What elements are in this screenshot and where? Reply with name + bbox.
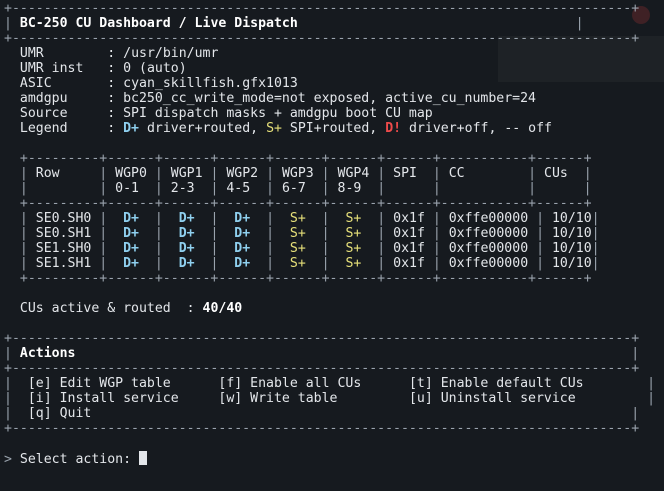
info-legend: Legend : D+ driver+routed, S+ SPI+routed… bbox=[19, 121, 552, 136]
dashboard-title: BC-250 CU Dashboard / Live Dispatch bbox=[19, 16, 298, 31]
prompt-marker: > bbox=[4, 452, 12, 467]
quit-action[interactable]: [q] Quit bbox=[28, 406, 92, 421]
table-row: | SE1.SH0 | D+ | D+ | D+ | S+ | S+ | 0x1… bbox=[4, 241, 600, 256]
cus-active-value: 40/40 bbox=[202, 301, 243, 316]
table-row: | SE1.SH1 | D+ | D+ | D+ | S+ | S+ | 0x1… bbox=[4, 256, 600, 271]
legend-spi-tag: S+ bbox=[266, 121, 282, 136]
terminal: +---------------------------------------… bbox=[0, 0, 664, 467]
install-service-action[interactable]: [i] Install service bbox=[28, 391, 179, 406]
legend-off-tag: D! bbox=[385, 121, 402, 136]
actions-border-top: +---------------------------------------… bbox=[4, 331, 640, 346]
table-row: | SE0.SH0 | D+ | D+ | D+ | S+ | S+ | 0x1… bbox=[4, 211, 600, 226]
input-cursor[interactable] bbox=[139, 451, 148, 465]
table-row: | SE0.SH1 | D+ | D+ | D+ | S+ | S+ | 0x1… bbox=[4, 226, 600, 241]
title-line: | BC-250 CU Dashboard / Live Dispatch | bbox=[4, 16, 584, 31]
uninstall-service-action[interactable]: [u] Uninstall service bbox=[409, 391, 576, 406]
write-table-action[interactable]: [w] Write table bbox=[218, 391, 337, 406]
wgp-table: +---------+------+------+------+------+-… bbox=[0, 151, 664, 286]
actions-border-bottom: +---------------------------------------… bbox=[4, 421, 640, 436]
info-amdgpu: amdgpu : bc250_cc_write_mode=not exposed… bbox=[19, 91, 536, 106]
actions-header: | Actions | bbox=[4, 346, 640, 361]
actions-title: Actions bbox=[19, 346, 76, 361]
info-umr: UMR : /usr/bin/umr bbox=[19, 46, 219, 61]
enable-default-action[interactable]: [t] Enable default CUs bbox=[409, 376, 584, 391]
edit-wgp-action[interactable]: [e] Edit WGP table bbox=[28, 376, 171, 391]
border-title-bottom: +---------------------------------------… bbox=[4, 31, 640, 46]
enable-all-action[interactable]: [f] Enable all CUs bbox=[218, 376, 361, 391]
info-source: Source : SPI dispatch masks + amdgpu boo… bbox=[19, 106, 433, 121]
prompt-text: Select action: bbox=[19, 452, 132, 467]
legend-driver-tag: D+ bbox=[123, 121, 139, 136]
info-umr-inst: UMR inst : 0 (auto) bbox=[19, 61, 187, 76]
table-header: | Row | WGP0 | WGP1 | WGP2 | WGP3 | WGP4… bbox=[4, 166, 592, 181]
summary-line: CUs active & routed : 40/40 bbox=[19, 301, 243, 316]
prompt-line: > Select action: bbox=[0, 451, 664, 467]
info-asic: ASIC : cyan_skillfish.gfx1013 bbox=[19, 76, 298, 91]
table-header-sub: | | 0-1 | 2-3 | 4-5 | 6-7 | 8-9 | | | | bbox=[4, 181, 592, 196]
border-top: +---------------------------------------… bbox=[4, 1, 640, 16]
